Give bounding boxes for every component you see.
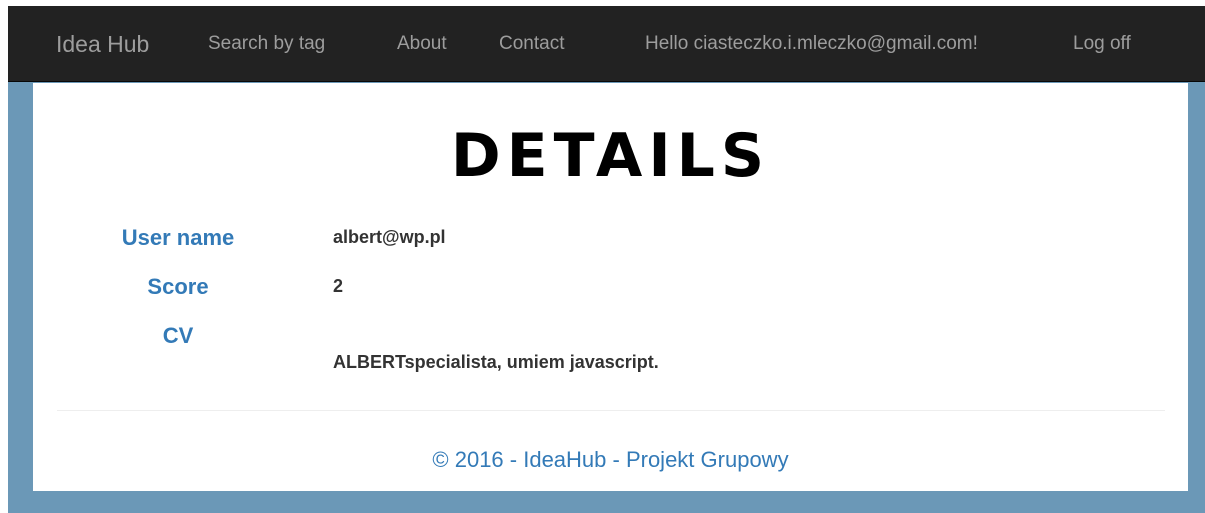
user-name-label: User name bbox=[121, 225, 235, 250]
footer-divider bbox=[57, 410, 1165, 411]
top-navbar: Idea Hub Search by tag About Contact Hel… bbox=[8, 6, 1205, 82]
score-label: Score bbox=[147, 274, 209, 299]
user-name-value: albert@wp.pl bbox=[333, 227, 446, 247]
cv-label: CV bbox=[162, 323, 194, 348]
brand-link[interactable]: Idea Hub bbox=[56, 6, 149, 82]
nav-contact-link[interactable]: Contact bbox=[499, 6, 564, 82]
cv-value: ALBERTspecialista, umiem javascript. bbox=[333, 352, 659, 372]
footer-copyright: © 2016 - IdeaHub - Projekt Grupowy bbox=[432, 447, 789, 472]
score-value: 2 bbox=[333, 276, 344, 296]
log-off-link[interactable]: Log off bbox=[1073, 6, 1131, 82]
page-title: Details bbox=[450, 121, 771, 191]
page-frame: Idea Hub Search by tag About Contact Hel… bbox=[8, 6, 1205, 513]
user-greeting-link[interactable]: Hello ciasteczko.i.mleczko@gmail.com! bbox=[645, 6, 978, 82]
nav-about-link[interactable]: About bbox=[397, 6, 447, 82]
nav-search-by-tag-link[interactable]: Search by tag bbox=[208, 6, 325, 82]
details-panel: Details User name albert@wp.pl Score 2 C… bbox=[33, 83, 1188, 491]
